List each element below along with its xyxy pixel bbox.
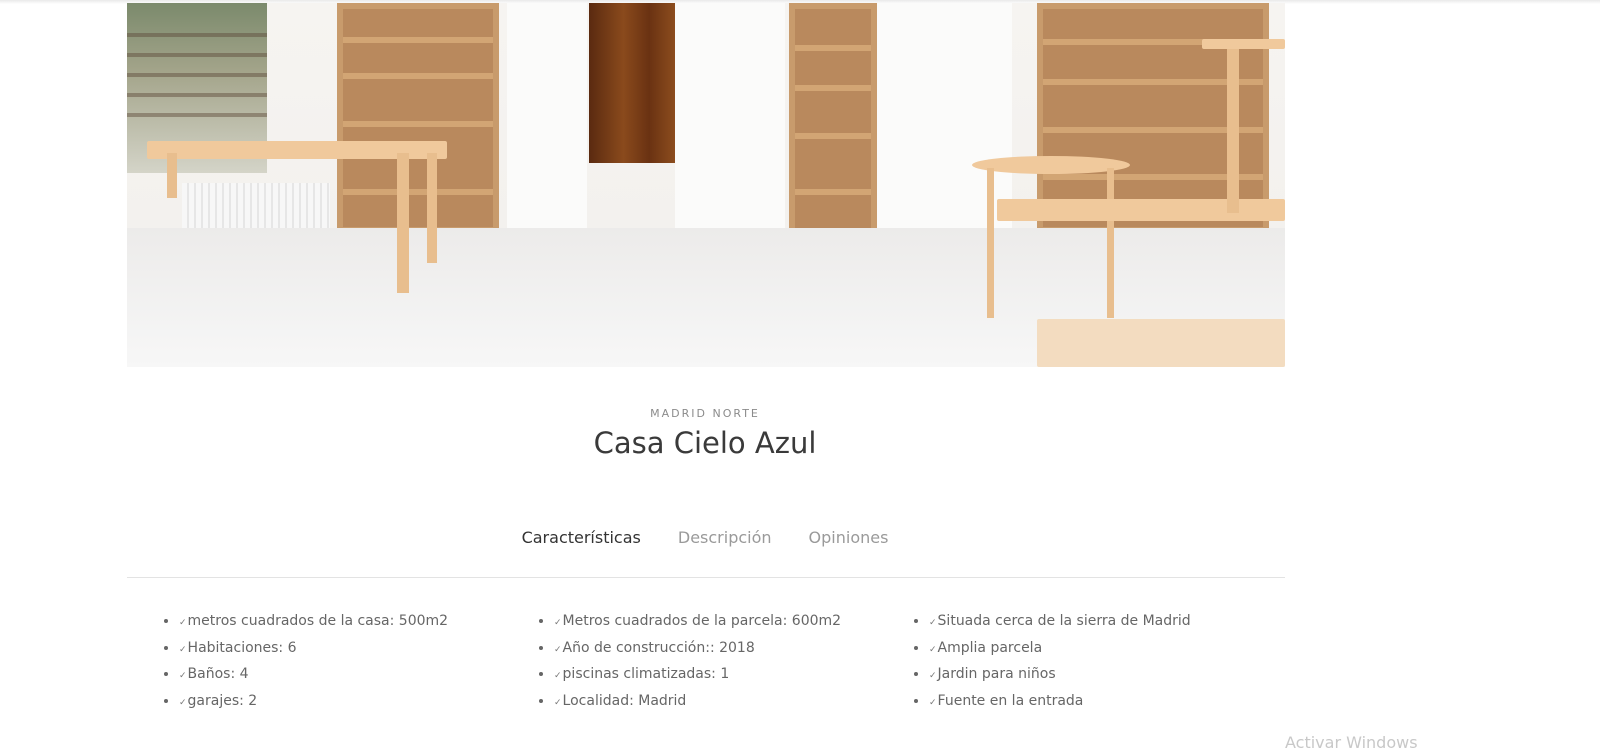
- tab-descripcion[interactable]: Descripción: [678, 528, 772, 547]
- feature-item: ✓Fuente en la entrada: [929, 688, 1191, 715]
- check-icon: ✓: [179, 671, 187, 681]
- check-icon: ✓: [929, 697, 937, 708]
- check-icon: ✓: [179, 644, 187, 655]
- feature-item: ✓Situada cerca de la sierra de Madrid: [929, 608, 1191, 635]
- feature-item: ✓garajes: 2: [179, 688, 448, 715]
- feature-item: ✓Metros cuadrados de la parcela: 600m2: [554, 608, 841, 635]
- feature-item: ✓Baños: 4: [179, 661, 448, 688]
- property-location: MADRID NORTE: [650, 407, 760, 420]
- features-column-2: ✓Metros cuadrados de la parcela: 600m2 ✓…: [532, 608, 841, 714]
- check-icon: ✓: [929, 618, 937, 628]
- check-icon: ✓: [929, 644, 937, 655]
- check-icon: ✓: [554, 618, 562, 628]
- tab-opiniones[interactable]: Opiniones: [809, 528, 889, 547]
- property-title: Casa Cielo Azul: [593, 426, 817, 460]
- feature-item: ✓piscinas climatizadas: 1: [554, 661, 841, 688]
- feature-item: ✓Jardin para niños: [929, 661, 1191, 688]
- windows-activation-watermark: Activar Windows: [1285, 733, 1418, 752]
- tabs-divider: [127, 577, 1285, 578]
- features-column-1: ✓metros cuadrados de la casa: 500m2 ✓Hab…: [157, 608, 448, 714]
- hero-curtain: [589, 3, 675, 163]
- check-icon: ✓: [179, 697, 187, 708]
- check-icon: ✓: [554, 671, 562, 681]
- features-column-3: ✓Situada cerca de la sierra de Madrid ✓A…: [907, 608, 1191, 714]
- check-icon: ✓: [929, 671, 937, 681]
- feature-item: ✓metros cuadrados de la casa: 500m2: [179, 608, 448, 635]
- check-icon: ✓: [554, 697, 562, 708]
- property-tabs: Características Descripción Opiniones: [0, 528, 1410, 547]
- feature-item: ✓Año de construcción:: 2018: [554, 635, 841, 662]
- tab-caracteristicas[interactable]: Características: [522, 528, 641, 547]
- feature-item: ✓Localidad: Madrid: [554, 688, 841, 715]
- check-icon: ✓: [554, 644, 562, 655]
- feature-item: ✓Amplia parcela: [929, 635, 1191, 662]
- property-hero-image: [127, 3, 1285, 367]
- feature-item: ✓Habitaciones: 6: [179, 635, 448, 662]
- check-icon: ✓: [179, 618, 187, 628]
